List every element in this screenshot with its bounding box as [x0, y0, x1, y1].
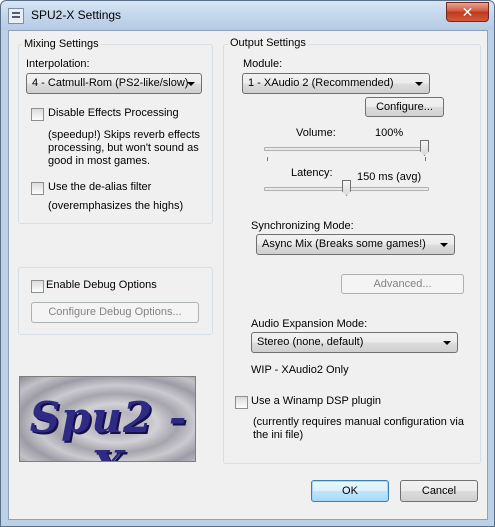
- sync-mode-select[interactable]: Async Mix (Breaks some games!): [256, 234, 455, 255]
- spu2x-logo: Spu2 -X: [19, 376, 196, 462]
- disable-effects-checkbox[interactable]: [31, 108, 44, 121]
- volume-label: Volume:: [296, 127, 336, 139]
- winamp-desc-line2: the ini file): [253, 429, 304, 441]
- logo-wordmark: Spu2 -X: [29, 393, 188, 461]
- sync-mode-value: Async Mix (Breaks some games!): [262, 238, 426, 250]
- window-title: SPU2-X Settings: [31, 8, 122, 22]
- module-label: Module:: [243, 58, 283, 70]
- disable-effects-label[interactable]: Disable Effects Processing: [48, 107, 179, 119]
- cancel-button[interactable]: Cancel: [400, 480, 478, 502]
- configure-module-button[interactable]: Configure...: [365, 97, 444, 117]
- settings-window: SPU2-X Settings ✕ Mixing Settings Interp…: [0, 0, 495, 527]
- interpolation-label: Interpolation:: [26, 58, 90, 70]
- wip-note: WIP - XAudio2 Only: [251, 364, 349, 376]
- mixing-settings-group: Mixing Settings Interpolation: 4 - Catmu…: [18, 38, 213, 224]
- configure-debug-button[interactable]: Configure Debug Options...: [31, 302, 199, 323]
- disable-effects-desc-line1: (speedup!) Skips reverb effects: [48, 129, 201, 141]
- latency-value: 150 ms (avg): [357, 171, 422, 183]
- expansion-mode-select[interactable]: Stereo (none, default): [251, 332, 458, 353]
- sync-mode-label: Synchronizing Mode:: [251, 220, 354, 232]
- volume-slider-ticks: [267, 157, 426, 161]
- dealias-desc: (overemphasizes the highs): [48, 200, 184, 212]
- ok-button[interactable]: OK: [311, 480, 389, 502]
- chevron-down-icon: [187, 82, 195, 86]
- dealias-label[interactable]: Use the de-alias filter: [48, 181, 151, 193]
- disable-effects-desc-line3: good in most games.: [48, 155, 151, 167]
- latency-label: Latency:: [291, 167, 333, 179]
- interpolation-select[interactable]: 4 - Catmull-Rom (PS2-like/slow): [26, 73, 202, 94]
- interpolation-value: 4 - Catmull-Rom (PS2-like/slow): [32, 77, 189, 89]
- disable-effects-desc-line2: processing, but won't sound as: [48, 142, 199, 154]
- module-select[interactable]: 1 - XAudio 2 (Recommended): [242, 73, 430, 94]
- advanced-button[interactable]: Advanced...: [341, 274, 464, 294]
- expansion-mode-label: Audio Expansion Mode:: [251, 318, 368, 330]
- chevron-down-icon: [415, 82, 423, 86]
- volume-slider-track[interactable]: [264, 147, 429, 151]
- output-settings-label: Output Settings: [228, 37, 308, 49]
- module-value: 1 - XAudio 2 (Recommended): [248, 77, 394, 89]
- chevron-down-icon: [443, 341, 451, 345]
- debug-group: Enable Debug Options Configure Debug Opt…: [18, 267, 213, 335]
- chevron-down-icon: [440, 243, 448, 247]
- winamp-label[interactable]: Use a Winamp DSP plugin: [251, 395, 381, 407]
- mixing-settings-label: Mixing Settings: [22, 38, 101, 50]
- title-bar[interactable]: SPU2-X Settings ✕: [1, 1, 494, 30]
- volume-value: 100%: [375, 127, 404, 139]
- close-button[interactable]: ✕: [446, 2, 489, 22]
- latency-slider-thumb[interactable]: [342, 180, 351, 196]
- volume-slider-thumb[interactable]: [420, 140, 429, 156]
- winamp-desc-line1: (currently requires manual configuration…: [253, 416, 464, 428]
- dealias-checkbox[interactable]: [31, 182, 44, 195]
- winamp-checkbox[interactable]: [235, 396, 248, 409]
- output-settings-group: Output Settings Module: 1 - XAudio 2 (Re…: [223, 37, 481, 464]
- enable-debug-label[interactable]: Enable Debug Options: [46, 279, 157, 291]
- dialog-client-area: Mixing Settings Interpolation: 4 - Catmu…: [8, 30, 488, 520]
- app-window-icon: [8, 8, 24, 24]
- expansion-mode-value: Stereo (none, default): [257, 336, 364, 348]
- enable-debug-checkbox[interactable]: [31, 280, 44, 293]
